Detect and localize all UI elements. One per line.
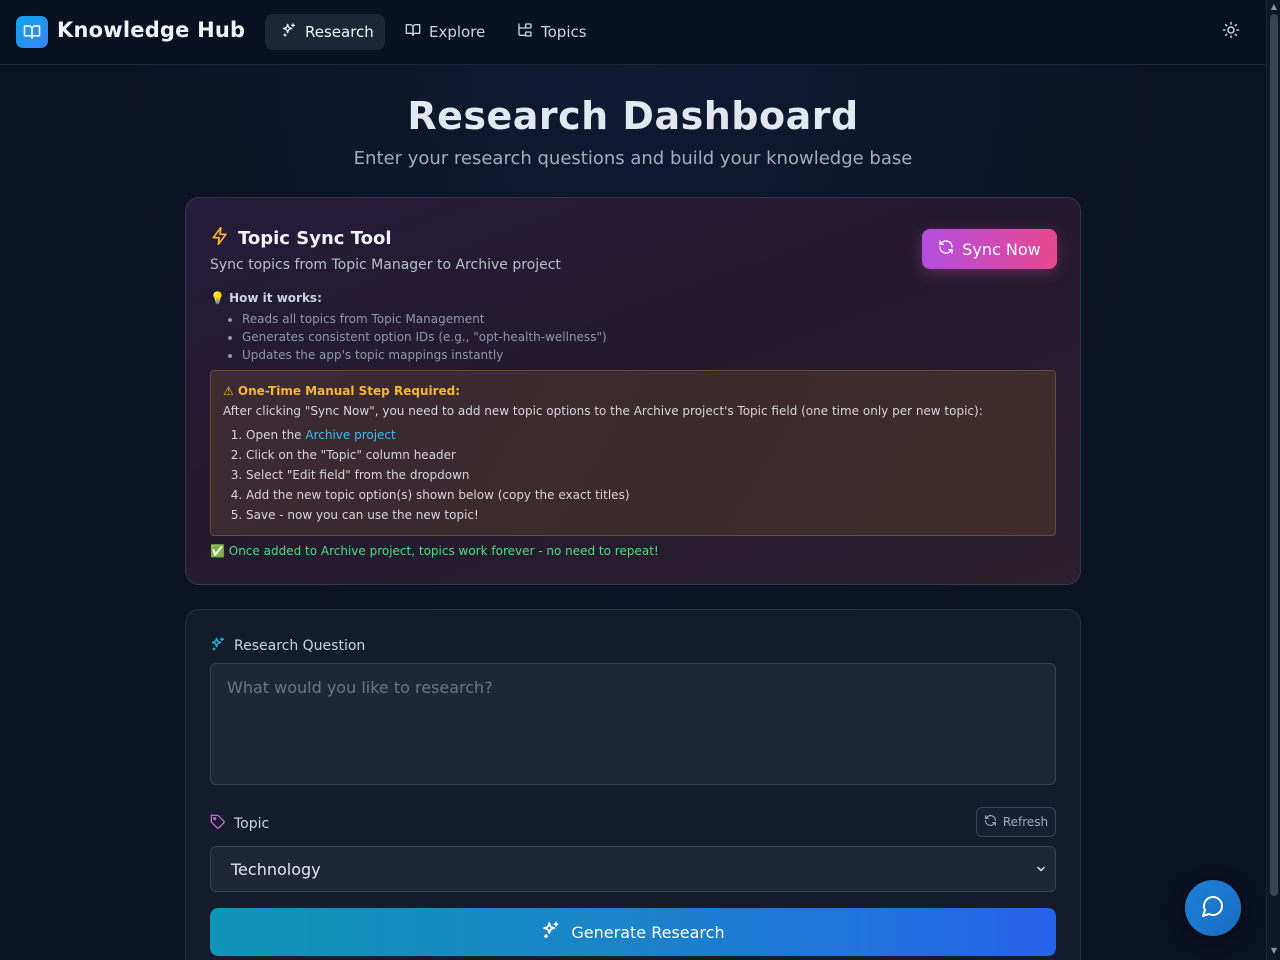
nav-research-label: Research: [305, 23, 374, 41]
sparkles-icon: [281, 22, 297, 42]
sparkles-icon: [210, 636, 226, 656]
sparkles-icon: [541, 920, 561, 944]
nav-explore-label: Explore: [429, 23, 486, 41]
research-form-card: Research Question Topic Refresh Technolo…: [185, 609, 1081, 960]
list-item: Updates the app's topic mappings instant…: [242, 346, 607, 364]
lightning-icon: [210, 226, 230, 251]
nav-topics[interactable]: Topics: [501, 14, 603, 50]
topic-label-text: Topic: [234, 816, 270, 832]
book-logo-icon[interactable]: [16, 16, 48, 48]
sync-now-label: Sync Now: [962, 239, 1041, 259]
nav-explore[interactable]: Explore: [389, 14, 501, 50]
refresh-topics-button[interactable]: Refresh: [976, 807, 1056, 837]
manual-step-warning: ⚠ One-Time Manual Step Required: After c…: [210, 370, 1056, 536]
step-text: Open the: [246, 428, 306, 442]
archive-project-link[interactable]: Archive project: [305, 428, 395, 442]
list-item: Save - now you can use the new topic!: [246, 505, 630, 525]
generate-research-label: Generate Research: [571, 922, 725, 942]
sync-subtitle: Sync topics from Topic Manager to Archiv…: [210, 257, 561, 273]
folder-tree-icon: [517, 22, 533, 42]
page-title: Research Dashboard: [407, 94, 859, 138]
topic-label: Topic: [210, 814, 269, 834]
research-question-label-text: Research Question: [234, 638, 366, 654]
how-it-works-title: 💡 How it works:: [210, 291, 322, 305]
warning-title: ⚠ One-Time Manual Step Required:: [223, 384, 461, 398]
book-open-icon: [405, 22, 421, 42]
chat-button[interactable]: [1185, 880, 1241, 936]
sun-icon: [1222, 21, 1240, 43]
sync-now-button[interactable]: Sync Now: [922, 229, 1057, 269]
tag-icon: [210, 814, 226, 834]
scrollbar-thumb[interactable]: [1270, 14, 1278, 896]
refresh-icon: [984, 814, 997, 830]
brand-name[interactable]: Knowledge Hub: [57, 18, 245, 42]
page-scrollbar[interactable]: ▲ ▼: [1266, 0, 1280, 960]
research-question-label: Research Question: [210, 636, 365, 656]
list-item: Click on the "Topic" column header: [246, 445, 630, 465]
nav-research[interactable]: Research: [265, 14, 385, 50]
nav-topics-label: Topics: [541, 23, 587, 41]
scroll-up-arrow-icon[interactable]: ▲: [1269, 2, 1279, 12]
refresh-icon: [938, 239, 954, 259]
sync-title: Topic Sync Tool: [210, 226, 391, 251]
warning-description: After clicking "Sync Now", you need to a…: [223, 404, 983, 418]
topic-sync-card: Topic Sync Tool Sync topics from Topic M…: [185, 197, 1081, 585]
sync-title-text: Topic Sync Tool: [238, 228, 392, 249]
list-item: Generates consistent option IDs (e.g., "…: [242, 328, 607, 346]
page-subtitle: Enter your research questions and build …: [353, 148, 913, 169]
list-item: Add the new topic option(s) shown below …: [246, 485, 630, 505]
research-question-input[interactable]: [210, 663, 1056, 785]
scroll-down-arrow-icon[interactable]: ▼: [1269, 946, 1279, 956]
list-item: Open the Archive project: [246, 425, 630, 445]
how-it-works-list: Reads all topics from Topic Management G…: [242, 310, 607, 364]
generate-research-button[interactable]: Generate Research: [210, 908, 1056, 956]
list-item: Reads all topics from Topic Management: [242, 310, 607, 328]
chat-bubble-icon: [1201, 894, 1225, 922]
top-navbar: Knowledge Hub Research Explore Topics: [0, 0, 1266, 65]
topic-selected-value: Technology: [231, 859, 321, 879]
success-note: ✅ Once added to Archive project, topics …: [210, 544, 659, 558]
list-item: Select "Edit field" from the dropdown: [246, 465, 630, 485]
chevron-down-icon: [1035, 860, 1047, 879]
refresh-label: Refresh: [1002, 815, 1049, 829]
theme-toggle-button[interactable]: [1219, 20, 1243, 44]
warning-steps: Open the Archive project Click on the "T…: [246, 425, 630, 525]
topic-select[interactable]: Technology: [210, 846, 1056, 892]
